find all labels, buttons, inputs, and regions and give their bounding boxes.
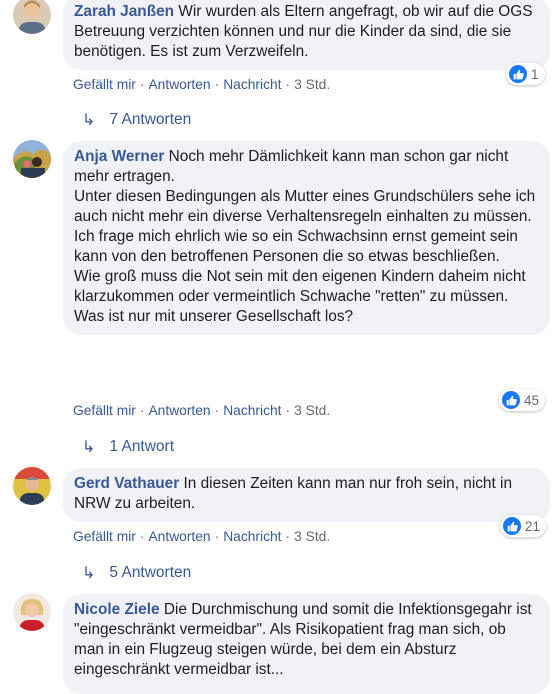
- separator: ·: [214, 77, 220, 92]
- timestamp[interactable]: 3 Std.: [294, 529, 330, 544]
- separator: ·: [285, 77, 291, 92]
- avatar[interactable]: [13, 0, 51, 34]
- comment-bubble: Nicole Ziele Die Durchmischung und somit…: [63, 594, 550, 694]
- like-count: 21: [525, 518, 541, 534]
- like-count: 1: [531, 66, 539, 82]
- comment-author[interactable]: Zarah Janßen: [74, 3, 174, 20]
- comment-text: Was ist nur mit unserer Gesellschaft los…: [74, 308, 354, 325]
- reply-arrow-icon: ↳: [82, 112, 96, 129]
- comment-author[interactable]: Gerd Vathauer: [74, 475, 179, 492]
- comment-bubble: Anja Werner Noch mehr Dämlichkeit kann m…: [63, 141, 550, 335]
- comment-bubble: Gerd Vathauer In diesen Zeiten kann man …: [63, 468, 550, 522]
- thumbs-up-icon: [509, 65, 527, 83]
- thumbs-up-icon: [503, 517, 521, 535]
- reply-link[interactable]: Antworten: [148, 529, 210, 544]
- avatar[interactable]: [13, 593, 51, 631]
- message-link[interactable]: Nachricht: [223, 403, 281, 418]
- reply-link[interactable]: Antworten: [148, 403, 210, 418]
- comment-actions: Gefällt mir · Antworten · Nachricht · 3 Std.: [73, 77, 330, 92]
- separator: ·: [214, 403, 220, 418]
- timestamp[interactable]: 3 Std.: [294, 403, 330, 418]
- avatar[interactable]: [13, 467, 51, 505]
- replies-count: 7 Antworten: [109, 111, 192, 128]
- comment-text: Ich frage mich ehrlich wie so ein Schwac…: [74, 228, 518, 265]
- comment-text: Unter diesen Bedingungen als Mutter eine…: [74, 188, 536, 225]
- reaction-count[interactable]: 1: [506, 63, 545, 85]
- comment-actions: Gefällt mir · Antworten · Nachricht · 3 Std.: [73, 403, 330, 418]
- replies-count: 5 Antworten: [109, 564, 192, 581]
- timestamp[interactable]: 3 Std.: [294, 77, 330, 92]
- reaction-count[interactable]: 45: [499, 389, 546, 411]
- reply-arrow-icon: ↳: [82, 439, 96, 456]
- like-link[interactable]: Gefällt mir: [73, 77, 136, 92]
- message-link[interactable]: Nachricht: [223, 77, 281, 92]
- view-replies-link[interactable]: ↳ 5 Antworten: [82, 563, 191, 583]
- like-link[interactable]: Gefällt mir: [73, 403, 136, 418]
- separator: ·: [139, 77, 145, 92]
- message-link[interactable]: Nachricht: [223, 529, 281, 544]
- reply-link[interactable]: Antworten: [148, 77, 210, 92]
- replies-count: 1 Antwort: [109, 438, 175, 455]
- like-link[interactable]: Gefällt mir: [73, 529, 136, 544]
- separator: ·: [139, 403, 145, 418]
- separator: ·: [139, 529, 145, 544]
- thumbs-up-icon: [502, 391, 520, 409]
- separator: ·: [285, 403, 291, 418]
- avatar[interactable]: [13, 140, 51, 178]
- comment-author[interactable]: Anja Werner: [74, 148, 164, 165]
- view-replies-link[interactable]: ↳ 7 Antworten: [82, 110, 191, 130]
- comment-text: Wie groß muss die Not sein mit den eigen…: [74, 268, 526, 305]
- separator: ·: [214, 529, 220, 544]
- like-count: 45: [524, 392, 540, 408]
- reply-arrow-icon: ↳: [82, 565, 96, 582]
- comment-actions: Gefällt mir · Antworten · Nachricht · 3 Std.: [73, 529, 330, 544]
- comment-bubble: Zarah Janßen Wir wurden als Eltern angef…: [63, 0, 550, 70]
- reaction-count[interactable]: 21: [500, 515, 547, 537]
- separator: ·: [285, 529, 291, 544]
- comment-author[interactable]: Nicole Ziele: [74, 601, 160, 618]
- view-replies-link[interactable]: ↳ 1 Antwort: [82, 437, 174, 457]
